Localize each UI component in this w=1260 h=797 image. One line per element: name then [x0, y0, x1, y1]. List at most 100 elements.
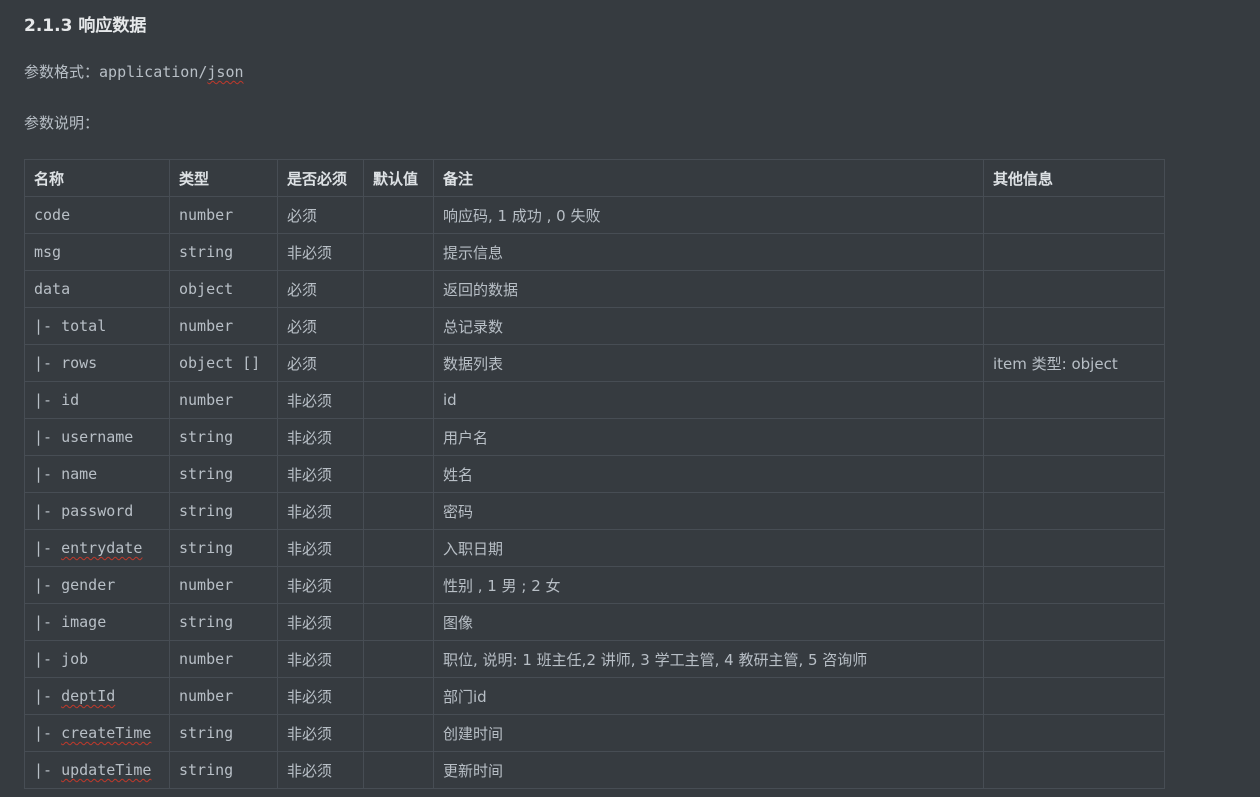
table-row: |- deptId number 非必须 部门id [24, 677, 1165, 715]
param-description-label: 参数说明： [24, 114, 100, 132]
field-type: string [169, 529, 278, 567]
table-row: |- entrydate string 非必须 入职日期 [24, 529, 1165, 567]
tree-prefix: |- [34, 539, 62, 557]
field-default [363, 196, 434, 234]
table-row: |- id number 非必须 id [24, 381, 1165, 419]
table-row: |- updateTime string 非必须 更新时间 [24, 751, 1165, 789]
field-note: 职位, 说明: 1 班主任,2 讲师, 3 学工主管, 4 教研主管, 5 咨询… [433, 640, 984, 678]
field-other-info [983, 196, 1165, 234]
field-other-info [983, 233, 1165, 271]
field-name-cell: |- image [24, 603, 170, 641]
field-type: number [169, 677, 278, 715]
field-other-info [983, 751, 1165, 789]
field-note: 响应码, 1 成功 , 0 失败 [433, 196, 984, 234]
field-default [363, 529, 434, 567]
spellcheck-word[interactable]: json [207, 63, 243, 81]
field-name: total [61, 317, 107, 335]
field-type: object [169, 270, 278, 308]
field-type: string [169, 418, 278, 456]
field-other-info [983, 603, 1165, 641]
tree-prefix: |- [34, 502, 62, 520]
header-name: 名称 [24, 159, 170, 197]
field-name: name [61, 465, 98, 483]
field-type: object [] [169, 344, 278, 382]
tree-prefix: |- [34, 428, 62, 446]
field-name-cell: |- rows [24, 344, 170, 382]
field-name-cell: |- password [24, 492, 170, 530]
field-name-cell: |- createTime [24, 714, 170, 752]
tree-prefix: |- [34, 613, 62, 631]
header-required: 是否必须 [277, 159, 364, 197]
field-name-cell: |- job [24, 640, 170, 678]
field-required: 非必须 [277, 603, 364, 641]
field-other-info [983, 677, 1165, 715]
field-other-info [983, 418, 1165, 456]
field-required: 非必须 [277, 566, 364, 604]
field-name[interactable]: deptId [61, 687, 115, 705]
field-required: 必须 [277, 344, 364, 382]
field-name[interactable]: createTime [61, 724, 151, 742]
field-other-info [983, 492, 1165, 530]
field-default [363, 492, 434, 530]
field-type: number [169, 307, 278, 345]
field-required: 非必须 [277, 233, 364, 271]
field-note: id [433, 381, 984, 419]
field-default [363, 566, 434, 604]
tree-prefix: |- [34, 391, 62, 409]
response-params-table: 名称 类型 是否必须 默认值 备注 其他信息 code number 必须 响应码, … [24, 159, 1165, 789]
field-name: msg [34, 243, 62, 261]
field-name: gender [61, 576, 116, 594]
field-type: string [169, 751, 278, 789]
field-note: 密码 [433, 492, 984, 530]
field-default [363, 270, 434, 308]
tree-prefix: |- [34, 576, 62, 594]
field-default [363, 603, 434, 641]
header-default: 默认值 [363, 159, 434, 197]
field-required: 非必须 [277, 455, 364, 493]
field-default [363, 714, 434, 752]
field-type: string [169, 492, 278, 530]
tree-prefix: |- [34, 317, 62, 335]
table-row: |- image string 非必须 图像 [24, 603, 1165, 641]
table-body: code number 必须 响应码, 1 成功 , 0 失败 msg string 非必须… [24, 196, 1165, 789]
field-type: string [169, 455, 278, 493]
field-name: username [61, 428, 134, 446]
field-other-info [983, 566, 1165, 604]
field-default [363, 751, 434, 789]
field-default [363, 455, 434, 493]
field-name-cell: |- username [24, 418, 170, 456]
table-row: |- gender number 非必须 性别 , 1 男 ; 2 女 [24, 566, 1165, 604]
field-name: rows [61, 354, 98, 372]
field-name-cell: |- entrydate [24, 529, 170, 567]
field-required: 非必须 [277, 529, 364, 567]
field-other-info [983, 714, 1165, 752]
field-note: 提示信息 [433, 233, 984, 271]
field-name[interactable]: entrydate [61, 539, 142, 557]
tree-prefix: |- [34, 465, 62, 483]
field-name[interactable]: updateTime [61, 761, 151, 779]
field-name: data [34, 280, 71, 298]
field-required: 非必须 [277, 492, 364, 530]
tree-prefix: |- [34, 687, 62, 705]
param-format-value: application/json [99, 63, 244, 81]
param-format-line: 参数格式：application/json [24, 61, 244, 82]
table-row: |- password string 非必须 密码 [24, 492, 1165, 530]
field-default [363, 677, 434, 715]
tree-prefix: |- [34, 354, 62, 372]
section-heading: 2.1.3 响应数据 [24, 16, 147, 36]
field-default [363, 381, 434, 419]
tree-prefix: |- [34, 724, 62, 742]
field-required: 必须 [277, 270, 364, 308]
tree-prefix: |- [34, 761, 62, 779]
header-type: 类型 [169, 159, 278, 197]
table-row: |- job number 非必须 职位, 说明: 1 班主任,2 讲师, 3 学工主… [24, 640, 1165, 678]
field-name-cell: code [24, 196, 170, 234]
field-other-info [983, 270, 1165, 308]
field-note: 总记录数 [433, 307, 984, 345]
field-note: 创建时间 [433, 714, 984, 752]
table-row: |- total number 必须 总记录数 [24, 307, 1165, 345]
field-name: id [61, 391, 80, 409]
table-row: code number 必须 响应码, 1 成功 , 0 失败 [24, 196, 1165, 234]
field-other-info [983, 529, 1165, 567]
field-note: 部门id [433, 677, 984, 715]
